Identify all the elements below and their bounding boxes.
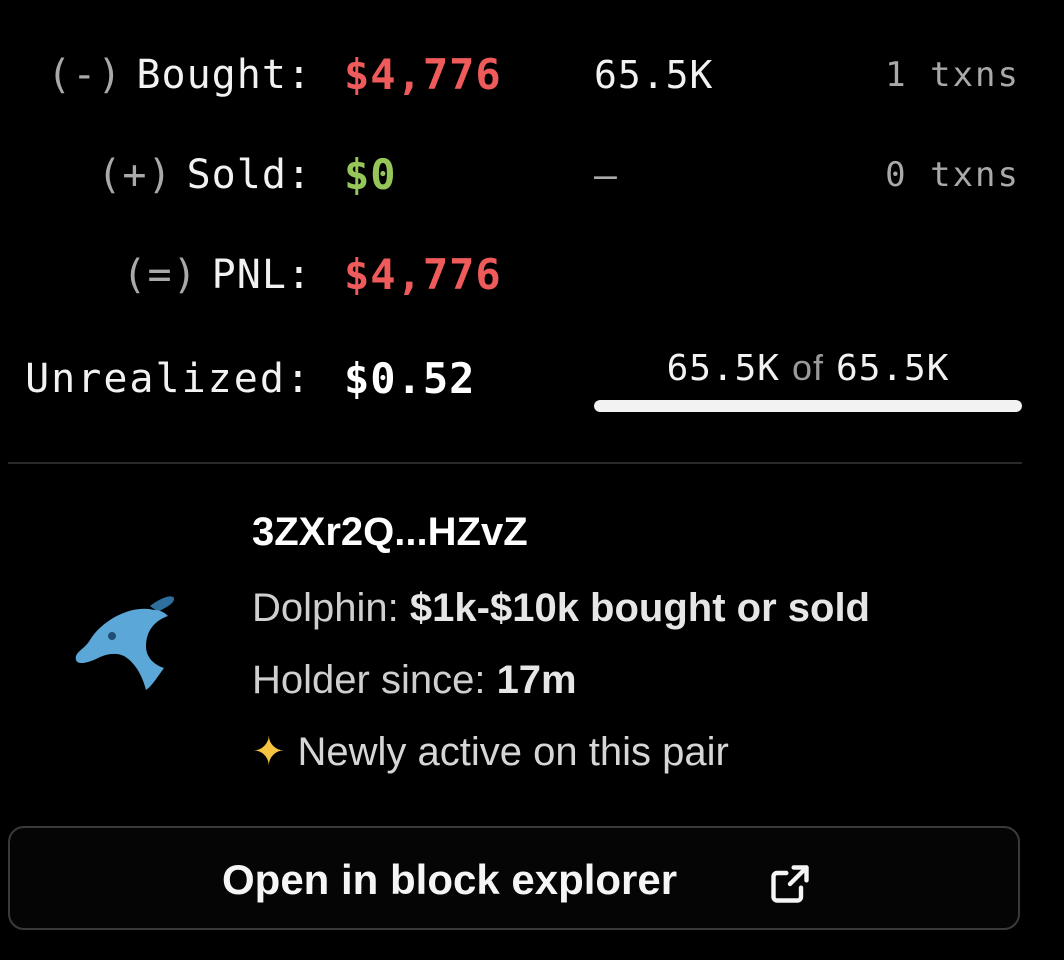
holding-held: 65.5K — [666, 348, 780, 389]
holding-total: 65.5K — [836, 348, 950, 389]
bought-txns: 1 txns — [885, 55, 1020, 95]
newly-active: ✦ Newly active on this pair — [252, 724, 729, 780]
dolphin-icon — [75, 596, 175, 690]
sold-label: Sold: — [186, 152, 312, 198]
sold-row: (+) Sold: $0 – 0 txns — [0, 140, 1064, 210]
holder-since-value: 17m — [496, 658, 577, 702]
sparkles-icon: ✦ — [252, 730, 286, 774]
sold-sign: (+) — [97, 152, 173, 198]
wallet-address[interactable]: 3ZXr2Q...HZvZ — [252, 504, 528, 560]
section-divider — [8, 462, 1022, 464]
bought-row: (-) Bought: $4,776 65.5K 1 txns — [0, 40, 1064, 110]
bought-value: $4,776 — [344, 50, 502, 99]
open-explorer-button[interactable]: Open in block explorer — [8, 826, 1020, 930]
pnl-sign: (=) — [122, 252, 198, 298]
holding-text: 65.5K of 65.5K — [594, 338, 1022, 399]
pnl-label: PNL: — [211, 252, 312, 298]
unrealized-label: Unrealized: — [25, 356, 312, 402]
bought-sign: (-) — [47, 52, 123, 98]
sold-label-group: (+) Sold: — [97, 140, 312, 210]
sold-txns: 0 txns — [885, 155, 1020, 195]
holding-of: of — [791, 347, 825, 388]
bought-label: Bought: — [136, 52, 312, 98]
holding-progress-fill — [594, 400, 1022, 412]
bought-amount: 65.5K — [594, 53, 714, 97]
holder-since-label: Holder since: — [252, 658, 486, 702]
sold-amount: – — [594, 153, 618, 197]
bought-label-group: (-) Bought: — [47, 40, 312, 110]
wallet-tier: Dolphin: $1k-$10k bought or sold — [252, 580, 870, 636]
trade-stats-panel: (-) Bought: $4,776 65.5K 1 txns (+) Sold: … — [0, 0, 1064, 460]
pnl-label-group: (=) PNL: — [122, 240, 312, 310]
tier-value: $1k-$10k bought or sold — [409, 586, 870, 630]
holder-since: Holder since: 17m — [252, 652, 577, 708]
open-explorer-label: Open in block explorer — [222, 856, 678, 903]
newly-active-text: Newly active on this pair — [297, 730, 729, 774]
holding-progress-bar — [594, 400, 1022, 412]
pnl-row: (=) PNL: $4,776 — [0, 240, 1064, 310]
pnl-value: $4,776 — [344, 250, 502, 299]
unrealized-value: $0.52 — [344, 354, 476, 403]
external-link-icon — [771, 865, 809, 903]
sold-value: $0 — [344, 150, 397, 199]
tier-label: Dolphin: — [252, 586, 399, 630]
